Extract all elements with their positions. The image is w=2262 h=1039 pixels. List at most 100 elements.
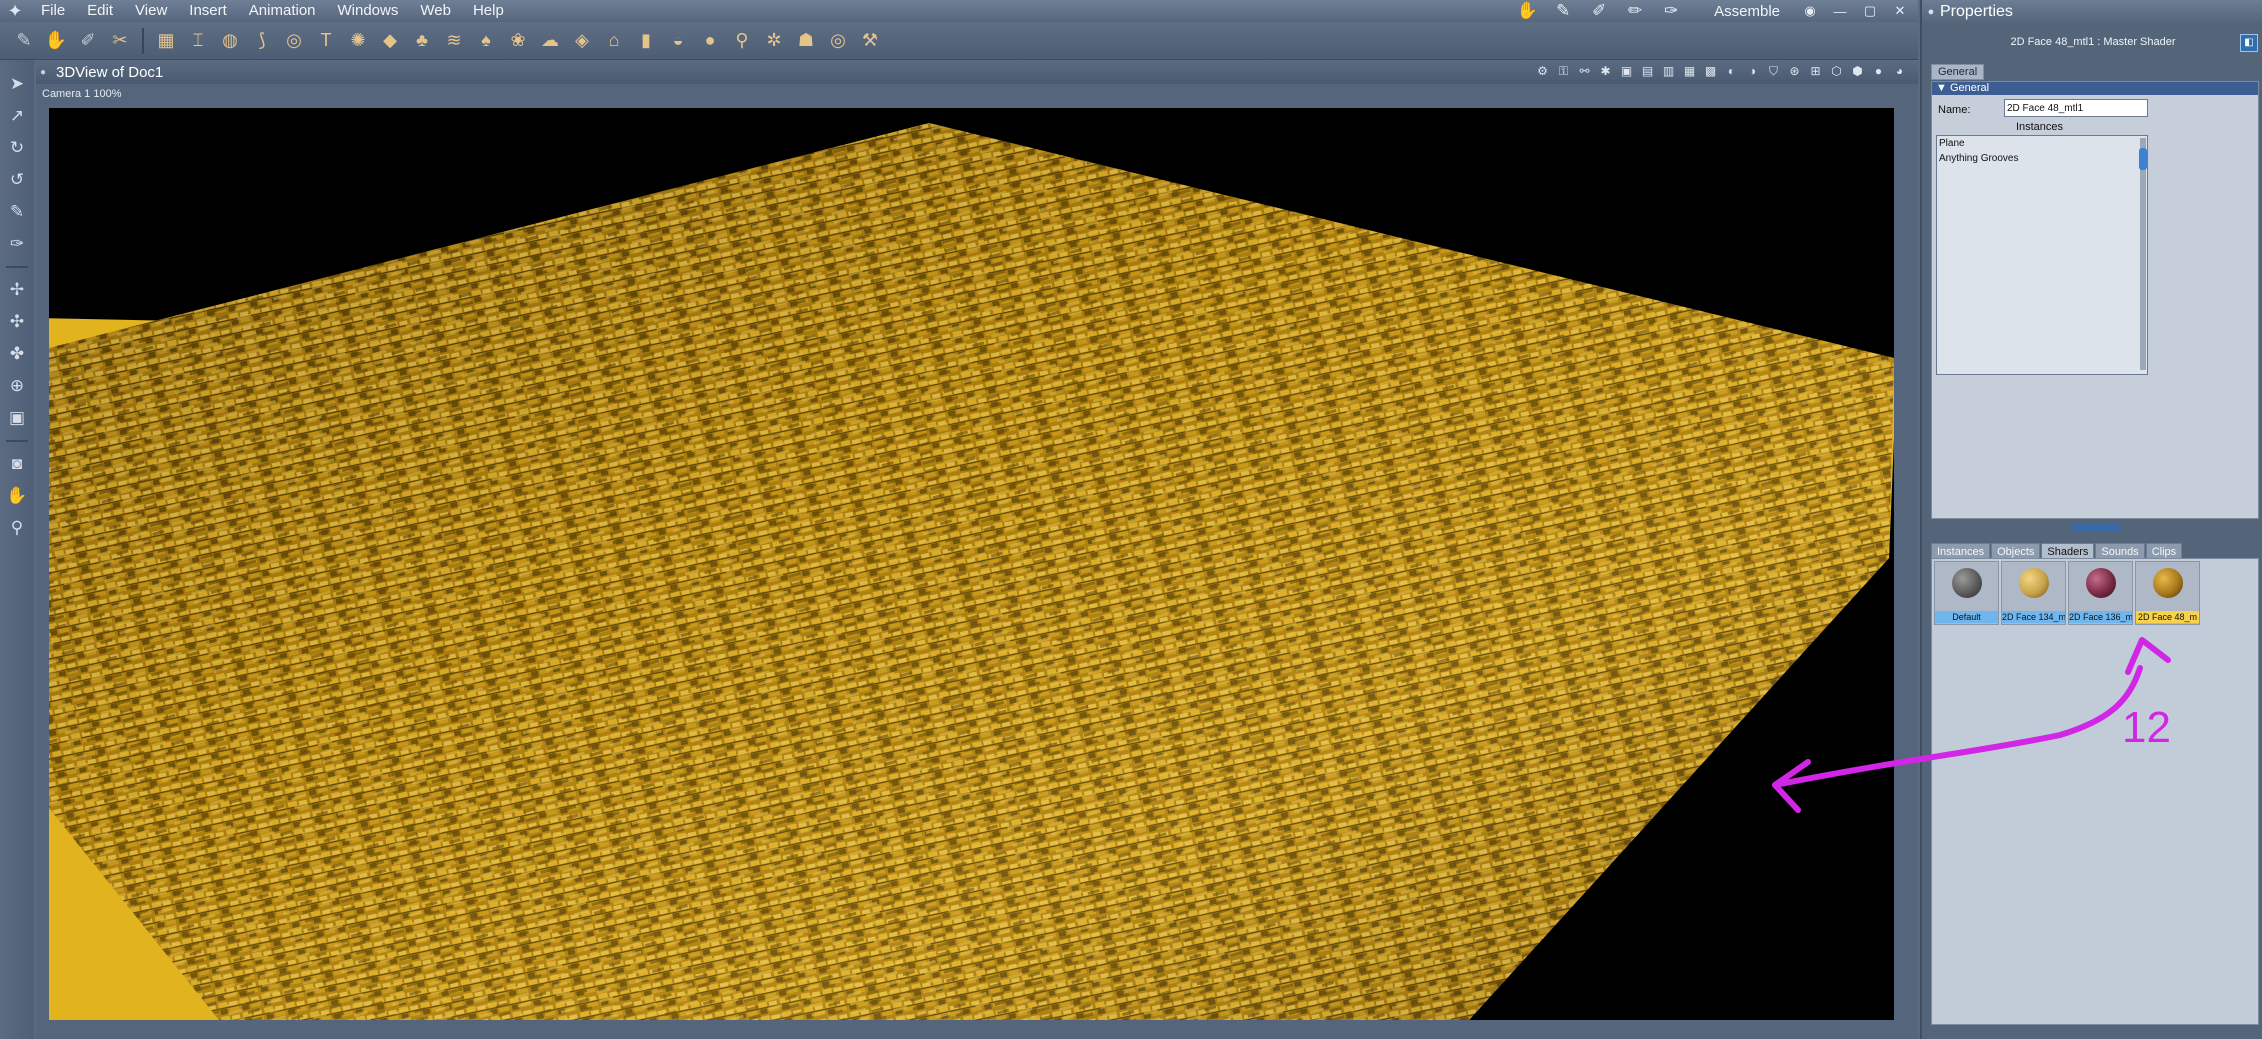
- list-item[interactable]: Plane: [1937, 136, 2147, 151]
- twist-icon[interactable]: ↺: [0, 164, 34, 196]
- bucket-icon[interactable]: ✑: [0, 228, 34, 260]
- shader-thumb-label: 2D Face 48_m: [2136, 611, 2199, 623]
- tab-general[interactable]: General: [1931, 64, 1985, 80]
- app-logo-icon[interactable]: ✦: [0, 0, 30, 22]
- pen-icon[interactable]: ✎: [0, 196, 34, 228]
- grid-view-icon[interactable]: ▩: [1702, 62, 1719, 80]
- zoom-icon[interactable]: ⚲: [0, 512, 34, 544]
- gear-icon[interactable]: ✺: [342, 26, 374, 56]
- panel-splitter[interactable]: [2072, 524, 2122, 532]
- menu-edit[interactable]: Edit: [76, 0, 124, 22]
- house-icon[interactable]: ⌂: [598, 26, 630, 56]
- move-z-icon[interactable]: ✤: [0, 338, 34, 370]
- material-icon[interactable]: ◑: [1744, 62, 1761, 80]
- cube-icon[interactable]: ⬢: [1849, 62, 1866, 80]
- move-xyz-icon[interactable]: ✢: [0, 274, 34, 306]
- split-horizontal-icon[interactable]: ▤: [1639, 62, 1656, 80]
- shader-editor-button[interactable]: ◧: [2240, 34, 2258, 52]
- bulb-icon[interactable]: ♠: [470, 26, 502, 56]
- shader-thumb-136[interactable]: 2D Face 136_m: [2068, 561, 2133, 625]
- bug-icon[interactable]: ✲: [758, 26, 790, 56]
- light-icon[interactable]: ◐: [1723, 62, 1740, 80]
- camera-icon[interactable]: ◙: [0, 448, 34, 480]
- pen-room-icon[interactable]: ✎: [1550, 1, 1576, 21]
- hand-room-icon[interactable]: ✋: [1514, 1, 1540, 21]
- menu-insert[interactable]: Insert: [178, 0, 238, 22]
- single-view-icon[interactable]: ▣: [1618, 62, 1635, 80]
- instances-list[interactable]: Plane Anything Grooves: [1936, 135, 2148, 375]
- shader-thumb-48[interactable]: 2D Face 48_m: [2135, 561, 2200, 625]
- viewport-menu-icon[interactable]: ●: [36, 67, 50, 78]
- menu-view[interactable]: View: [124, 0, 178, 22]
- perspective-icon[interactable]: ⊞: [1807, 62, 1824, 80]
- agi-icon[interactable]: ◈: [566, 26, 598, 56]
- 3d-render-view[interactable]: [49, 108, 1894, 1020]
- wave-icon[interactable]: ≋: [438, 26, 470, 56]
- instances-scrollbar[interactable]: [2139, 138, 2147, 370]
- split-vertical-icon[interactable]: ▥: [1660, 62, 1677, 80]
- quad-view-icon[interactable]: ▦: [1681, 62, 1698, 80]
- shaded-sphere-icon[interactable]: ◕: [1891, 62, 1908, 80]
- list-item[interactable]: Anything Grooves: [1937, 151, 2147, 166]
- cylinder-icon[interactable]: ▮: [630, 26, 662, 56]
- scale-icon[interactable]: ▣: [0, 402, 34, 434]
- minimize-icon[interactable]: —: [1830, 4, 1850, 19]
- paint-tool-icon[interactable]: ✐: [72, 26, 104, 56]
- menu-web[interactable]: Web: [409, 0, 462, 22]
- rotate-icon[interactable]: ↻: [0, 132, 34, 164]
- wrench-icon[interactable]: ⚒: [854, 26, 886, 56]
- pencil-room-icon[interactable]: ✏: [1622, 1, 1648, 21]
- hierarchy-icon[interactable]: ⚯: [1576, 62, 1593, 80]
- shader-preview-sphere: [1952, 568, 1982, 598]
- move-xy-icon[interactable]: ✣: [0, 306, 34, 338]
- rotate-globe-icon[interactable]: ⊕: [0, 370, 34, 402]
- menu-help[interactable]: Help: [462, 0, 515, 22]
- path-icon[interactable]: ⚲: [726, 26, 758, 56]
- panel-menu-icon[interactable]: ●: [1922, 6, 1940, 18]
- sphere-icon[interactable]: ◍: [214, 26, 246, 56]
- menu-animation[interactable]: Animation: [238, 0, 327, 22]
- properties-title: Properties: [1940, 3, 2013, 20]
- scrollbar-thumb[interactable]: [2139, 148, 2147, 170]
- sphere-preview-icon[interactable]: ●: [1870, 62, 1887, 80]
- box-icon[interactable]: ⬡: [1828, 62, 1845, 80]
- hand-pan-icon[interactable]: ✋: [0, 480, 34, 512]
- close-icon[interactable]: ✕: [1890, 3, 1910, 19]
- terrain-icon[interactable]: ◆: [374, 26, 406, 56]
- left-toolbar-divider: [6, 266, 28, 268]
- shader-thumb-134[interactable]: 2D Face 134_m: [2001, 561, 2066, 625]
- select-arrow-icon[interactable]: ➤: [0, 68, 34, 100]
- move-icon[interactable]: ↗: [0, 100, 34, 132]
- instances-label: Instances: [2015, 121, 2064, 133]
- maximize-icon[interactable]: ▢: [1860, 3, 1880, 19]
- shader-thumb-default[interactable]: Default: [1934, 561, 1999, 625]
- lock-icon[interactable]: ⚿: [1555, 62, 1572, 80]
- camera-label[interactable]: Camera 1 100%: [42, 88, 122, 100]
- shield-icon[interactable]: ⛉: [1765, 62, 1782, 80]
- eye-icon[interactable]: ◉: [1800, 3, 1820, 19]
- brush-room-icon[interactable]: ✐: [1586, 1, 1612, 21]
- blob-icon[interactable]: ●: [694, 26, 726, 56]
- cloud-icon[interactable]: ☁: [534, 26, 566, 56]
- torus-icon[interactable]: ◎: [278, 26, 310, 56]
- lathe-icon[interactable]: ⌶: [182, 26, 214, 56]
- name-field[interactable]: [2004, 99, 2148, 117]
- orbit-icon[interactable]: ⊛: [1786, 62, 1803, 80]
- snap-icon[interactable]: ✱: [1597, 62, 1614, 80]
- grab-tool-icon[interactable]: ✋: [40, 26, 72, 56]
- ruler-room-icon[interactable]: ✑: [1658, 1, 1684, 21]
- tree-icon[interactable]: ♣: [406, 26, 438, 56]
- group-icon[interactable]: ▦: [150, 26, 182, 56]
- bowl-icon[interactable]: ◒: [662, 26, 694, 56]
- render-icon[interactable]: ⚙: [1534, 62, 1551, 80]
- text-icon[interactable]: T: [310, 26, 342, 56]
- people-icon[interactable]: ☗: [790, 26, 822, 56]
- clip-tool-icon[interactable]: ✂: [104, 26, 136, 56]
- wand-tool-icon[interactable]: ✎: [8, 26, 40, 56]
- plant-icon[interactable]: ❀: [502, 26, 534, 56]
- extrude-icon[interactable]: ⟆: [246, 26, 278, 56]
- menu-file[interactable]: File: [30, 0, 76, 22]
- menu-windows[interactable]: Windows: [327, 0, 410, 22]
- general-section-header[interactable]: ▼ General: [1932, 82, 2258, 95]
- target-icon[interactable]: ◎: [822, 26, 854, 56]
